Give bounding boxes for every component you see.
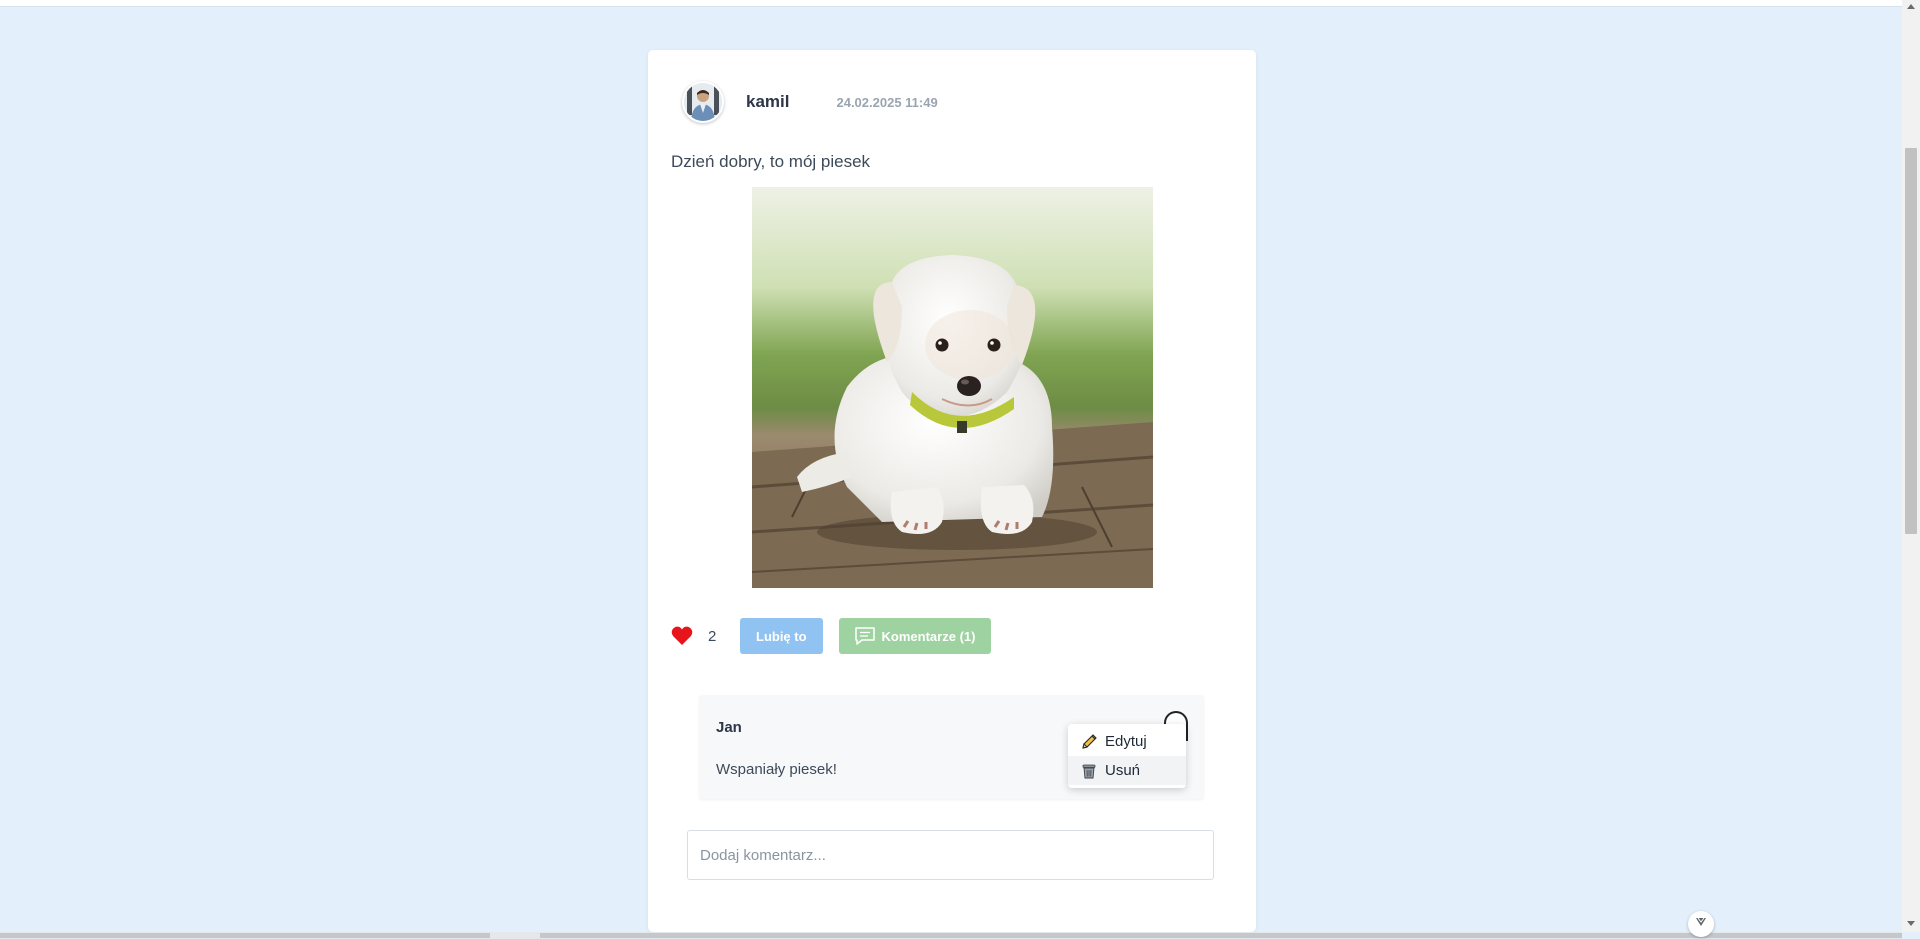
comments-button[interactable]: Komentarze (1): [838, 618, 992, 654]
scroll-down-button[interactable]: [1688, 911, 1714, 937]
scroll-up-arrow-icon[interactable]: [1907, 4, 1915, 9]
feed: kamil 24.02.2025 11:49 Dzień dobry, to m…: [0, 7, 1902, 932]
horizontal-scrollbar-segment[interactable]: [0, 933, 490, 938]
post-date: 24.02.2025 11:49: [836, 94, 938, 110]
menu-item-edit-label: Edytuj: [1105, 733, 1147, 750]
top-bar: [0, 0, 1902, 7]
heart-icon[interactable]: [671, 626, 693, 646]
comments-button-label: Komentarze (1): [881, 628, 976, 644]
chat-bubble-icon: [854, 626, 876, 646]
post-text: Dzień dobry, to mój piesek: [671, 152, 871, 171]
horizontal-scrollbar[interactable]: [0, 932, 1902, 939]
post-card: kamil 24.02.2025 11:49 Dzień dobry, to m…: [648, 50, 1256, 932]
pencil-icon: [1080, 733, 1098, 751]
vertical-scrollbar[interactable]: [1902, 0, 1920, 932]
menu-item-edit[interactable]: Edytuj: [1068, 727, 1186, 756]
comment-author[interactable]: Jan: [716, 719, 742, 736]
comment-text: Wspaniały piesek!: [716, 761, 837, 778]
trash-icon: [1080, 762, 1098, 780]
chevron-down-icon: [1694, 915, 1708, 934]
scrollbar-thumb[interactable]: [1905, 148, 1917, 534]
avatar[interactable]: [682, 81, 724, 123]
post-author[interactable]: kamil: [746, 92, 789, 112]
post-actions: 2 Lubię to Komentarze (1): [671, 618, 992, 654]
menu-item-delete[interactable]: Usuń: [1068, 756, 1186, 785]
scroll-down-arrow-icon[interactable]: [1907, 921, 1915, 926]
comment-input[interactable]: [687, 830, 1214, 880]
menu-item-delete-label: Usuń: [1105, 762, 1141, 779]
like-button[interactable]: Lubię to: [740, 618, 823, 654]
post-header: kamil 24.02.2025 11:49: [682, 80, 938, 124]
comment-options-menu: Edytuj Usuń: [1068, 724, 1186, 788]
like-count: 2: [708, 627, 717, 645]
post-image[interactable]: [752, 187, 1153, 588]
